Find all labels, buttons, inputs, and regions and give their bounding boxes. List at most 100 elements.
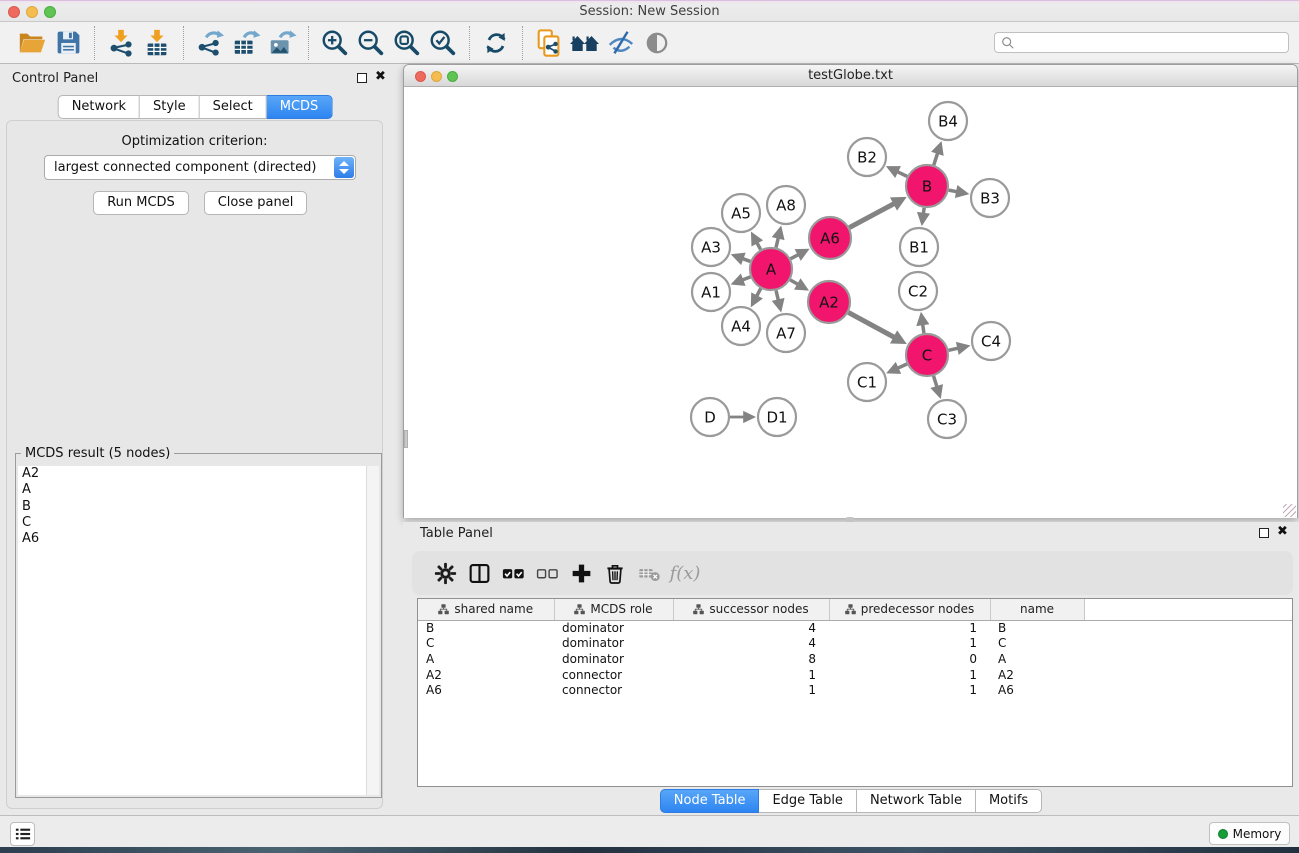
hide-selected-button[interactable] <box>603 25 639 61</box>
float-table-panel-icon[interactable] <box>1259 528 1269 538</box>
search-input[interactable] <box>1015 34 1288 51</box>
node-label: A6 <box>820 229 840 247</box>
graph-node-B2[interactable]: B2 <box>848 138 886 176</box>
graph-node-C4[interactable]: C4 <box>972 322 1010 360</box>
graph-node-A7[interactable]: A7 <box>767 314 805 352</box>
run-mcds-button[interactable]: Run MCDS <box>93 191 189 215</box>
column-header-name[interactable]: name <box>990 599 1084 620</box>
refresh-view-button[interactable] <box>478 25 514 61</box>
export-network-button[interactable] <box>192 25 228 61</box>
table-cell: connector <box>554 683 673 699</box>
control-panel-title: Control Panel <box>12 71 98 86</box>
function-builder-button[interactable]: f(x) <box>666 556 700 590</box>
tab-style[interactable]: Style <box>140 95 200 119</box>
close-panel-icon[interactable]: ✖ <box>375 71 386 83</box>
close-table-panel-icon[interactable]: ✖ <box>1277 526 1288 538</box>
graph-node-A4[interactable]: A4 <box>722 307 760 345</box>
split-view-button[interactable] <box>462 556 496 590</box>
network-view-window: testGlobe.txt B4 B2 B B3 A5A8 A6 B1 A3 A A1 C2 A2 A4… <box>403 64 1298 518</box>
window-resize-grip[interactable] <box>1283 504 1296 517</box>
graph-node-A8[interactable]: A8 <box>767 186 805 224</box>
table-tab-motifs[interactable]: Motifs <box>976 789 1042 813</box>
zoom-fit-icon <box>392 28 422 58</box>
mcds-result-item[interactable]: C <box>18 515 379 531</box>
graph-node-A5[interactable]: A5 <box>722 194 760 232</box>
show-all-button[interactable] <box>639 25 675 61</box>
column-header-shared-name[interactable]: shared name <box>418 599 554 620</box>
table-tab-edge-table[interactable]: Edge Table <box>759 789 856 813</box>
graph-node-C3[interactable]: C3 <box>928 400 966 438</box>
table-row[interactable]: Cdominator41C <box>418 636 1293 652</box>
home-layout-button[interactable] <box>567 25 603 61</box>
network-canvas[interactable]: B4 B2 B B3 A5A8 A6 B1 A3 A A1 C2 A2 A4A7 C4 C C1 C3 D D1 <box>404 87 1297 518</box>
toolbar-separator <box>183 26 184 60</box>
mcds-result-item[interactable]: A2 <box>18 466 379 482</box>
graph-node-B4[interactable]: B4 <box>929 102 967 140</box>
table-row[interactable]: A2connector11A2 <box>418 668 1293 684</box>
column-header-predecessor-nodes[interactable]: predecessor nodes <box>829 599 990 620</box>
graph-node-D1[interactable]: D1 <box>758 398 796 436</box>
table-row[interactable]: A6connector11A6 <box>418 683 1293 699</box>
graph-node-A2[interactable]: A2 <box>808 281 850 323</box>
table-cell: 8 <box>673 652 829 668</box>
graph-node-A1[interactable]: A1 <box>692 273 730 311</box>
tab-mcds[interactable]: MCDS <box>267 95 333 119</box>
select-all-columns-button[interactable] <box>496 556 530 590</box>
table-tab-network-table[interactable]: Network Table <box>857 789 976 813</box>
close-panel-button[interactable]: Close panel <box>204 191 307 215</box>
mcds-result-item[interactable]: A6 <box>18 531 379 547</box>
table-row[interactable]: Adominator80A <box>418 652 1293 668</box>
graph-node-C[interactable]: C <box>906 334 948 376</box>
save-session-button[interactable] <box>50 25 86 61</box>
tab-network[interactable]: Network <box>58 95 140 119</box>
result-scrollbar[interactable] <box>366 466 379 795</box>
edge-A6-B[interactable] <box>849 203 895 228</box>
column-tree-icon <box>845 604 856 615</box>
zoom-in-button[interactable] <box>317 25 353 61</box>
copy-network-icon <box>534 28 564 58</box>
graph-node-C1[interactable]: C1 <box>848 363 886 401</box>
edge-B-B4[interactable] <box>934 152 938 165</box>
delete-table-button[interactable] <box>632 556 666 590</box>
column-header-MCDS-role[interactable]: MCDS role <box>554 599 673 620</box>
table-settings-button[interactable] <box>428 556 462 590</box>
zoom-fit-button[interactable] <box>389 25 425 61</box>
export-table-icon <box>231 28 261 58</box>
export-image-button[interactable] <box>264 25 300 61</box>
mcds-result-item[interactable]: A <box>18 482 379 498</box>
deselect-all-columns-button[interactable] <box>530 556 564 590</box>
open-session-button[interactable] <box>14 25 50 61</box>
float-panel-icon[interactable] <box>357 73 367 83</box>
table-cell: C <box>990 636 1084 652</box>
memory-button[interactable]: Memory <box>1209 822 1290 845</box>
delete-table-icon <box>638 562 661 585</box>
task-history-button[interactable] <box>10 822 35 846</box>
network-vscroll-thumb[interactable] <box>404 430 408 448</box>
import-network-button[interactable] <box>103 25 139 61</box>
network-window-titlebar[interactable]: testGlobe.txt <box>404 65 1297 87</box>
mcds-result-item[interactable]: B <box>18 499 379 515</box>
zoom-out-button[interactable] <box>353 25 389 61</box>
table-row[interactable]: Bdominator41B <box>418 620 1293 636</box>
graph-node-A6[interactable]: A6 <box>809 217 851 259</box>
graph-node-D[interactable]: D <box>691 398 729 436</box>
zoom-selected-button[interactable] <box>425 25 461 61</box>
graph-node-A3[interactable]: A3 <box>692 228 730 266</box>
table-tab-node-table[interactable]: Node Table <box>660 789 760 813</box>
network-window-title: testGlobe.txt <box>404 65 1297 86</box>
graph-node-B[interactable]: B <box>906 165 948 207</box>
graph-node-A[interactable]: A <box>750 248 792 290</box>
table-cell: B <box>418 620 554 636</box>
import-table-button[interactable] <box>139 25 175 61</box>
delete-column-button[interactable] <box>598 556 632 590</box>
add-column-button[interactable] <box>564 556 598 590</box>
column-header-successor-nodes[interactable]: successor nodes <box>673 599 829 620</box>
criterion-select[interactable]: largest connected component (directed) <box>44 155 356 180</box>
edge-A2-C[interactable] <box>848 312 895 337</box>
graph-node-B1[interactable]: B1 <box>900 228 938 266</box>
graph-node-B3[interactable]: B3 <box>971 179 1009 217</box>
export-table-button[interactable] <box>228 25 264 61</box>
graph-node-C2[interactable]: C2 <box>899 272 937 310</box>
tab-select[interactable]: Select <box>200 95 267 119</box>
copy-network-button[interactable] <box>531 25 567 61</box>
